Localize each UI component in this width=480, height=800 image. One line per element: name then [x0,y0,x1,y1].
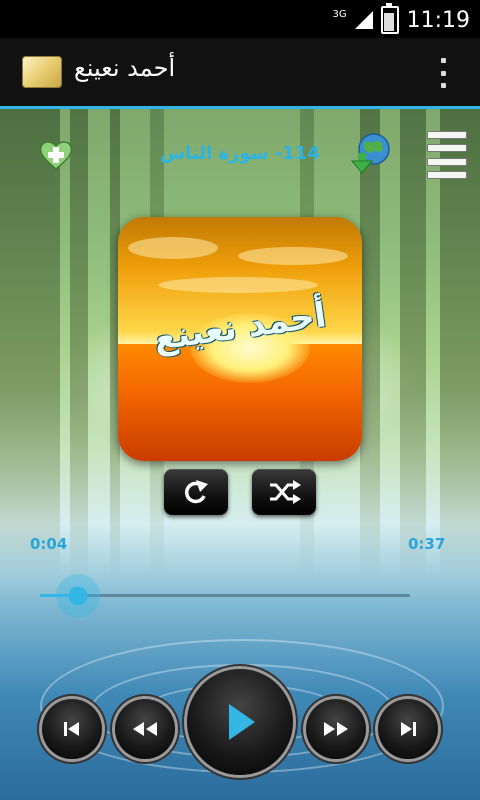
fast-forward-icon [324,722,348,736]
signal-icon [354,11,373,29]
network-type: 3G [332,8,347,20]
total-duration: 0:37 [408,535,446,553]
action-bar: أحمد نعينع [0,38,480,109]
overflow-menu-icon[interactable] [440,58,446,88]
shuffle-button[interactable] [252,469,316,515]
play-icon [229,704,255,740]
add-favorite-icon[interactable] [38,139,74,171]
elapsed-time: 0:04 [30,535,68,553]
rewind-icon [133,722,157,736]
app-logo-icon[interactable] [22,56,62,88]
skip-next-icon [401,722,416,736]
playlist-menu-icon[interactable] [427,131,467,179]
rewind-button[interactable] [115,699,175,759]
repeat-button[interactable] [164,469,228,515]
status-bar: 3G 11:19 [0,0,480,38]
shuffle-icon [270,480,301,504]
skip-previous-button[interactable] [42,699,102,759]
album-art: أحمد نعينع [118,217,362,461]
download-globe-icon[interactable] [350,131,394,175]
fast-forward-button[interactable] [306,699,366,759]
app-title: أحمد نعينع [74,54,176,82]
battery-icon [380,3,399,34]
player-screen: 114- سورة الناس أحمد نعينع 0:04 0:37 [0,109,480,800]
status-time: 11:19 [406,7,470,33]
track-title: 114- سورة الناس [160,143,320,164]
seek-thumb[interactable] [56,574,100,618]
status-indicators: 3G 11:19 [332,3,470,34]
repeat-icon [185,480,208,504]
skip-previous-icon [64,722,79,736]
play-button[interactable] [187,669,293,775]
skip-next-button[interactable] [378,699,438,759]
